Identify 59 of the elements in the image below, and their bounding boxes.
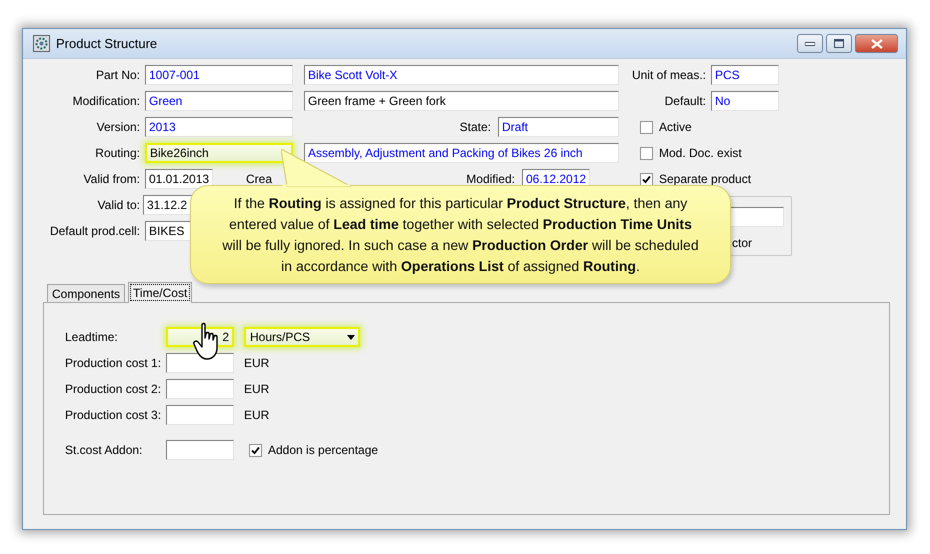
- text-field[interactable]: 1007-001: [145, 65, 293, 85]
- app-icon: [33, 35, 50, 52]
- checkbox[interactable]: [640, 146, 653, 160]
- checkbox-label: Active: [659, 120, 692, 134]
- tab[interactable]: Time/Cost: [128, 282, 192, 303]
- currency-label: EUR: [244, 382, 270, 396]
- text-field[interactable]: Green frame + Green fork: [304, 91, 619, 111]
- field-label: Unit of meas.:: [630, 68, 706, 82]
- field-label: Valid from:: [82, 172, 140, 186]
- field-label: Modified:: [465, 172, 515, 186]
- field-label: Part No:: [94, 68, 140, 82]
- checkbox[interactable]: [249, 444, 262, 456]
- unit-dropdown[interactable]: Hours/PCS: [244, 327, 360, 347]
- checkbox[interactable]: [640, 172, 653, 186]
- text-field[interactable]: Assembly, Adjustment and Packing of Bikes 26 inch: [304, 143, 619, 163]
- field-label: Default:: [664, 94, 706, 108]
- close-button[interactable]: [855, 34, 898, 53]
- callout-text: If the Routing is assigned for this particular Product Structure, then any entered value of Lead time together with selected Production Time Units will be fully ignored. In such case a new Production Order will be scheduled in accordance with Operations List of assigned Routing.: [221, 194, 700, 276]
- field-label: Valid to:: [96, 198, 140, 212]
- checkbox-label: Addon is percentage: [268, 443, 378, 457]
- text-field[interactable]: PCS: [711, 65, 779, 85]
- close-icon: [870, 38, 882, 48]
- field-label: Production cost 2:: [65, 382, 162, 396]
- field-label: Leadtime:: [65, 330, 119, 344]
- checkbox-label: Separate product: [659, 172, 752, 186]
- minimize-button[interactable]: [797, 34, 823, 53]
- field-label: Modification:: [72, 94, 140, 108]
- currency-label: EUR: [244, 408, 270, 422]
- maximize-button[interactable]: [826, 34, 852, 53]
- maximize-icon: [834, 39, 844, 48]
- text-field[interactable]: Bike Scott Volt-X: [304, 65, 619, 85]
- tab[interactable]: Components: [47, 284, 126, 302]
- addon-field[interactable]: [166, 440, 234, 460]
- currency-label: EUR: [244, 356, 270, 370]
- field-label: Version:: [96, 120, 140, 134]
- cost-field[interactable]: [166, 379, 234, 399]
- field-label: Routing:: [94, 146, 140, 160]
- cost-field[interactable]: [166, 353, 234, 373]
- field-label: Crea: [246, 172, 274, 186]
- text-field[interactable]: Bike26inch: [145, 143, 293, 163]
- field-label: Production cost 1:: [65, 356, 162, 370]
- text-field[interactable]: 01.01.2013: [145, 169, 213, 189]
- window-title: Product Structure: [56, 36, 158, 51]
- field-label: Production cost 3:: [65, 408, 162, 422]
- text-field[interactable]: 2013: [145, 117, 293, 137]
- checkbox[interactable]: [640, 120, 653, 134]
- checkbox-label: Mod. Doc. exist: [659, 146, 742, 160]
- check-icon: [251, 446, 260, 454]
- cost-field[interactable]: [166, 405, 234, 425]
- caret-icon: [346, 334, 354, 340]
- field-label: St.cost Addon:: [65, 443, 144, 457]
- minimize-icon: [805, 42, 815, 46]
- text-field[interactable]: No: [711, 91, 779, 111]
- field-label: Default prod.cell:: [48, 224, 140, 238]
- group-label: ctor: [732, 236, 752, 250]
- text-field[interactable]: Green: [145, 91, 293, 111]
- check-icon: [642, 174, 651, 184]
- field-label: State:: [458, 120, 491, 134]
- text-field[interactable]: Draft: [498, 117, 619, 137]
